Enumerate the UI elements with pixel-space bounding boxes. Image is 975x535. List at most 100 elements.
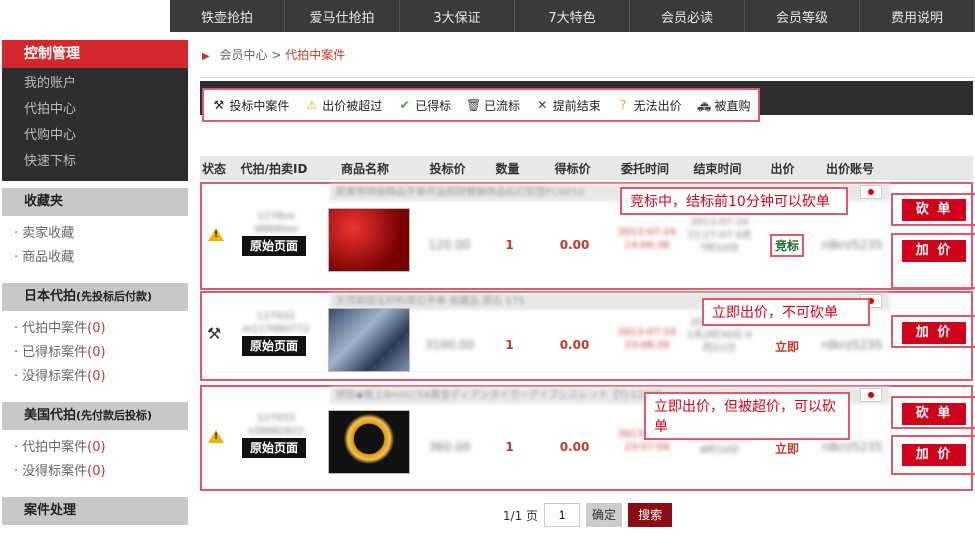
sidebar-section-label: 美国代拍: [24, 408, 77, 423]
sidebar-item-count: (0): [87, 321, 106, 336]
auction-id-line2: s39982822: [247, 426, 305, 437]
legend-label: 投标中案件: [229, 98, 290, 113]
auction-id-line1: 127933: [256, 413, 296, 424]
sidebar-section-title: 美国代拍(先付款后投标): [2, 402, 188, 430]
auction-id-line1: 1278xx: [257, 211, 295, 222]
sidebar-item-label: 代拍中案件: [22, 321, 88, 336]
sidebar-section-title: 案件处理: [2, 497, 188, 525]
sidebar-item[interactable]: 代拍中案件(0): [2, 317, 188, 341]
sidebar-item[interactable]: 没得标案件(0): [2, 365, 188, 389]
topnav-item[interactable]: 爱马仕抢拍: [285, 0, 400, 32]
legend-item[interactable]: ✕ 提前结束: [535, 97, 601, 114]
sidebar-section-subtitle: (先投标后付款): [76, 290, 153, 303]
top-navigation: 铁壶抢拍 爱马仕抢拍 3大保证 7大特色 会员必读 会员等级 费用说明: [170, 0, 975, 32]
sidebar-section-title: 收藏夹: [2, 188, 188, 216]
sidebar-item[interactable]: 我的账户: [2, 71, 188, 97]
table-header-cell: 投标价: [429, 161, 466, 176]
police-car-icon: 🚓: [696, 97, 712, 112]
quantity: 1: [505, 440, 514, 454]
sidebar-item[interactable]: 代购中心: [2, 123, 188, 149]
sidebar-item-count: (0): [87, 464, 106, 479]
sidebar-section-label: 案件处理: [24, 503, 77, 518]
sidebar-item[interactable]: 没得标案件(0): [2, 460, 188, 484]
legend-item[interactable]: 🚓 被直购: [696, 97, 750, 114]
raise-bid-button[interactable]: 加 价: [902, 240, 966, 262]
quantity: 1: [505, 338, 514, 352]
sidebar-item-label: 没得标案件: [22, 369, 88, 384]
bid-account: rdkrz5235: [821, 238, 883, 252]
win-price: 0.00: [559, 238, 590, 252]
warning-icon: ⚠: [306, 97, 318, 112]
raise-bid-button[interactable]: 加 价: [902, 444, 966, 466]
sidebar-section-title: 控制管理: [2, 40, 188, 68]
sidebar-item-label: 代购中心: [24, 128, 77, 143]
bid-price: 120.00: [428, 238, 471, 252]
table-header-cell: 商品名称: [340, 161, 389, 176]
japan-flag-icon: [860, 388, 882, 402]
topnav-item[interactable]: 3大保证: [400, 0, 515, 32]
sidebar-item-count: (0): [87, 369, 106, 384]
topnav-item[interactable]: 铁壶抢拍: [170, 0, 285, 32]
sidebar-item[interactable]: 代拍中案件(0): [2, 436, 188, 460]
table-header-cell: 状态: [201, 161, 226, 176]
sidebar-item-label: 没得标案件: [22, 464, 88, 479]
cancel-order-button[interactable]: 砍 单: [902, 403, 966, 425]
sidebar-item[interactable]: 代拍中心: [2, 97, 188, 123]
cross-hammer-icon: ✕: [537, 97, 548, 112]
sidebar-item[interactable]: 卖家收藏: [2, 222, 188, 246]
sidebar-item-count: (0): [87, 440, 106, 455]
sidebar-item[interactable]: 商品收藏: [2, 246, 188, 270]
topnav-item[interactable]: 会员必读: [630, 0, 745, 32]
table-header-cell: 出价账号: [825, 161, 874, 176]
sidebar-item[interactable]: 已得标案件(0): [2, 341, 188, 365]
entrust-time: 2013-07-24 14:04:36: [617, 227, 677, 251]
legend-item[interactable]: ✔ 已得标: [397, 97, 452, 114]
sidebar-section-label: 收藏夹: [24, 194, 64, 209]
topnav-item[interactable]: 7大特色: [515, 0, 630, 32]
breadcrumb-root[interactable]: 会员中心: [220, 48, 268, 62]
original-page-button[interactable]: 原始页面: [242, 438, 306, 458]
auction-id-line2: m117680772: [242, 324, 310, 335]
annotation-callout: 立即出价，不可砍单: [702, 298, 870, 326]
warning-icon: [208, 228, 224, 241]
page-input[interactable]: [544, 503, 581, 527]
raise-bid-button[interactable]: 加 价: [902, 322, 966, 344]
entrust-time: 2013-07-24 23:08:20: [617, 327, 677, 351]
product-thumbnail[interactable]: [328, 410, 410, 474]
table-header-cell: 委托时间: [620, 161, 669, 176]
topnav-item[interactable]: 费用说明: [860, 0, 975, 32]
legend-item[interactable]: ⚒ 投标中案件: [211, 97, 290, 114]
legend-item[interactable]: ⚠ 出价被超过: [304, 97, 382, 114]
bid-account: rdkrz5235: [821, 440, 883, 454]
go-button[interactable]: 确定: [586, 503, 623, 527]
legend-item[interactable]: ? 无法出价: [616, 97, 682, 114]
cancel-order-button[interactable]: 砍 单: [902, 199, 966, 221]
product-thumbnail[interactable]: [328, 308, 410, 372]
sidebar-item-count: (0): [87, 345, 106, 360]
table-row: 琥珀◆极上8mm◇5A黄金ディアンタイガーアイブレスレット【TJ-1239】12…: [200, 385, 973, 491]
legend-item[interactable]: 🗑 已流标: [466, 97, 520, 114]
sidebar-item-label: 商品收藏: [22, 250, 75, 265]
original-page-button[interactable]: 原始页面: [242, 236, 306, 256]
search-button[interactable]: 搜索: [628, 503, 673, 527]
win-price: 0.00: [559, 338, 590, 352]
breadcrumb-sep: >: [271, 48, 282, 62]
sidebar-section-list: 卖家收藏商品收藏: [2, 216, 188, 276]
legend-label: 提前结束: [552, 98, 601, 113]
bid-type: 立即: [775, 442, 800, 456]
table-header-cell: 数量: [495, 161, 520, 176]
table-header: 状态 代拍/拍卖ID 商品名称 投标价 数量 得标价 委托时间 结束时间 出价 出价账号: [200, 156, 973, 180]
product-thumbnail[interactable]: [328, 208, 410, 272]
sidebar-item-label: 我的账户: [24, 76, 77, 91]
auction-id: 127932 m117680772: [230, 310, 322, 336]
status-legend: ⚒ 投标中案件 ⚠ 出价被超过 ✔ 已得标 🗑 已流标 ✕ 提前结束 ? 无法出价 🚓 被直购: [202, 88, 760, 122]
bid-price: 3100.00: [424, 338, 475, 352]
sidebar-item[interactable]: 快速下标: [2, 149, 188, 175]
legend-label: 出价被超过: [322, 98, 383, 113]
auction-id: 1278xx d8890xx: [230, 210, 322, 236]
annotation-callout: 竞标中，结标前10分钟可以砍单: [620, 187, 848, 215]
topnav-item[interactable]: 会员等级: [745, 0, 860, 32]
breadcrumb: ▶ 会员中心 > 代拍中案件: [200, 32, 975, 78]
original-page-button[interactable]: 原始页面: [242, 336, 306, 356]
table-header-cell: 出价: [770, 161, 795, 176]
